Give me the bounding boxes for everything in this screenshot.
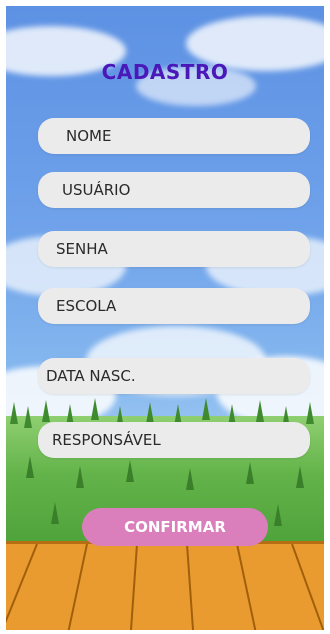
confirm-button[interactable]: CONFIRMAR (82, 508, 268, 546)
password-field-label: SENHA (56, 240, 108, 258)
guardian-field[interactable]: RESPONSÁVEL (38, 422, 310, 458)
birthdate-field-label: DATA NASC. (46, 367, 136, 385)
school-field-label: ESCOLA (56, 297, 117, 315)
school-field[interactable]: ESCOLA (38, 288, 310, 324)
wooden-floor (6, 541, 324, 630)
username-field[interactable]: USUÁRIO (38, 172, 310, 208)
page-title: CADASTRO (101, 60, 229, 84)
password-field[interactable]: SENHA (38, 231, 310, 267)
username-field-label: USUÁRIO (62, 181, 131, 199)
name-field[interactable]: NOME (38, 118, 310, 154)
guardian-field-label: RESPONSÁVEL (52, 431, 161, 449)
signup-screen: CADASTRO NOME USUÁRIO SENHA ESCOLA DATA … (6, 6, 324, 630)
birthdate-field[interactable]: DATA NASC. (38, 358, 310, 394)
name-field-label: NOME (66, 127, 112, 145)
